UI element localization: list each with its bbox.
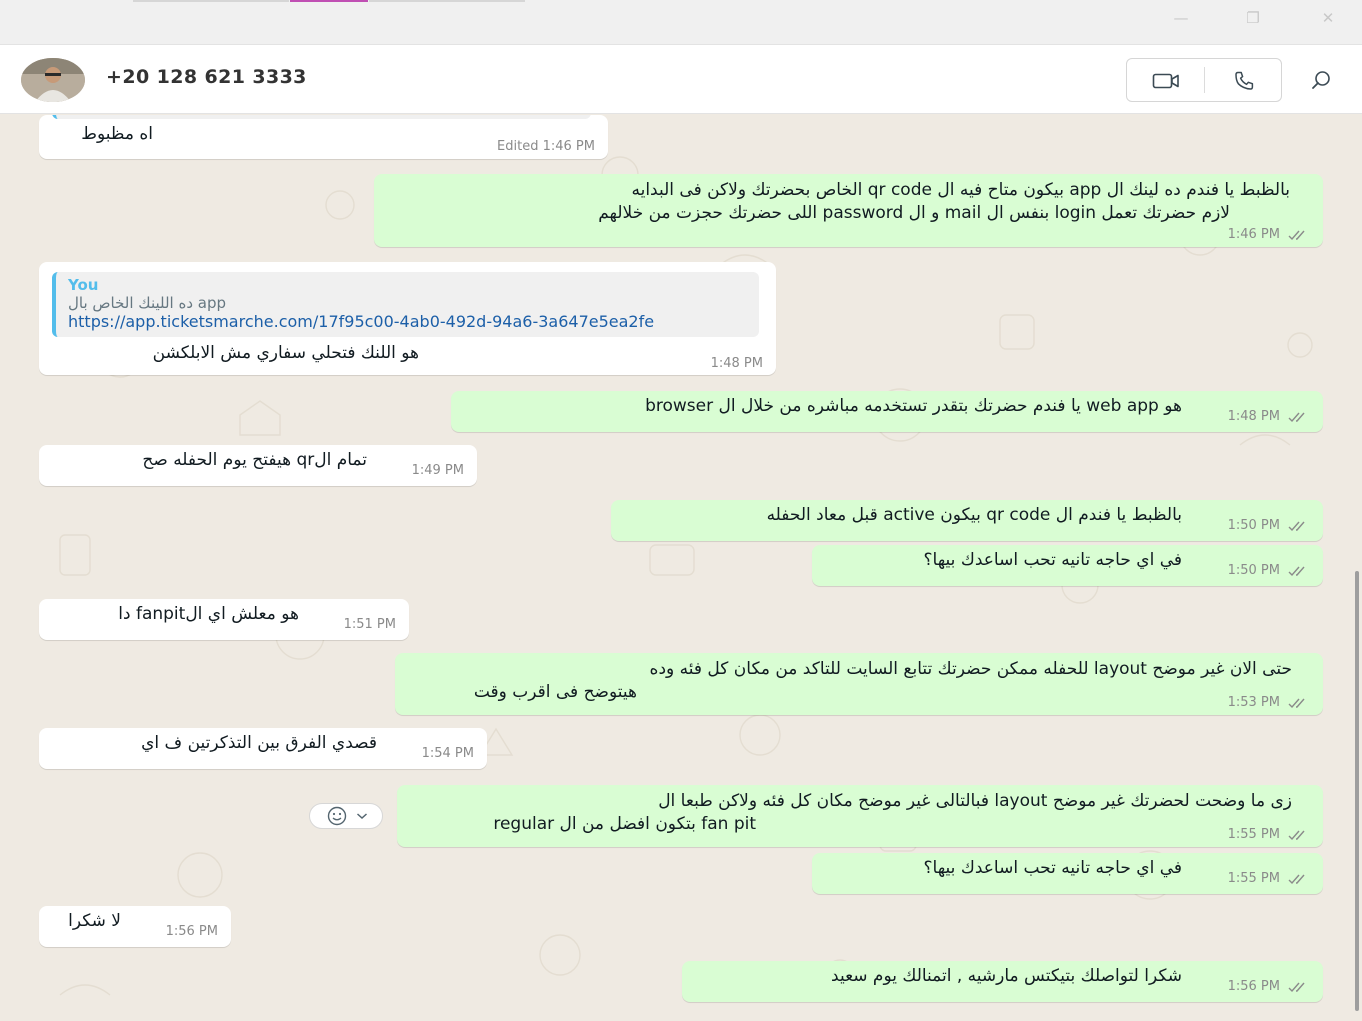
voice-call-icon[interactable]	[1227, 69, 1261, 93]
call-divider	[1204, 67, 1205, 93]
chevron-down-icon[interactable]	[356, 812, 368, 820]
double-check-icon	[1288, 982, 1305, 992]
message-time: 1:51 PM	[343, 617, 396, 632]
maximize-button[interactable]: ❐	[1238, 8, 1268, 28]
message-time: 1:48 PM	[710, 356, 763, 371]
message-text: بالظبط يا فندم ده لينك ال app بيكون متاح…	[631, 180, 1290, 200]
message-text: في اي حاجه تانيه تحب اساعدك بيها؟	[923, 858, 1182, 878]
message-outgoing[interactable]: شكرا لتواصلك بتيكتس مارشيه , اتمنالك يوم…	[682, 961, 1323, 1002]
tab-indicator[interactable]	[369, 0, 525, 2]
message-time: 1:54 PM	[421, 746, 474, 761]
video-call-icon[interactable]	[1149, 69, 1183, 93]
contact-name[interactable]: +20 128 621 3333	[106, 66, 307, 88]
message-outgoing[interactable]: زى ما وضحت لحضرتك غير موضح layout فبالتا…	[397, 785, 1323, 847]
double-check-icon	[1288, 230, 1305, 240]
message-outgoing[interactable]: في اي حاجه تانيه تحب اساعدك بيها؟ 1:55 P…	[812, 853, 1323, 894]
message-incoming[interactable]: لا شكرا 1:56 PM	[39, 906, 231, 947]
quoted-message-fragment	[52, 115, 591, 119]
message-text: شكرا لتواصلك بتيكتس مارشيه , اتمنالك يوم…	[831, 966, 1182, 986]
message-time: 1:50 PM	[1228, 563, 1310, 578]
message-text: لا شكرا	[68, 911, 121, 931]
quoted-message[interactable]: You ده اللينك الخاص بال app https://app.…	[52, 272, 759, 337]
emoji-icon[interactable]	[324, 806, 350, 826]
message-outgoing[interactable]: في اي حاجه تانيه تحب اساعدك بيها؟ 1:50 P…	[812, 545, 1323, 586]
message-text: اه مظبوط	[81, 124, 153, 144]
chat-header: +20 128 621 3333	[0, 44, 1362, 114]
reaction-button[interactable]	[309, 803, 383, 829]
message-time: 1:56 PM	[1228, 979, 1310, 994]
double-check-icon	[1288, 412, 1305, 422]
double-check-icon	[1288, 566, 1305, 576]
message-time: Edited 1:46 PM	[497, 139, 595, 154]
double-check-icon	[1288, 830, 1305, 840]
double-check-icon	[1288, 521, 1305, 531]
message-time: 1:50 PM	[1228, 518, 1310, 533]
conversation-panel[interactable]: اه مظبوط Edited 1:46 PM بالظبط يا فندم د…	[0, 115, 1362, 1021]
message-text: حتى الان غير موضح layout للحفله ممكن حضر…	[649, 659, 1292, 679]
quote-link[interactable]: https://app.ticketsmarche.com/17f95c00-4…	[68, 312, 654, 331]
message-text: قصدي الفرق بين التذكرتين ف اي	[141, 733, 377, 753]
message-text: زى ما وضحت لحضرتك غير موضح layout فبالتا…	[658, 791, 1292, 811]
message-time: 1:55 PM	[1228, 871, 1310, 886]
double-check-icon	[1288, 874, 1305, 884]
call-button-group	[1126, 58, 1282, 102]
message-time: 1:48 PM	[1228, 409, 1310, 424]
message-outgoing[interactable]: بالظبط يا فندم ده لينك ال app بيكون متاح…	[374, 174, 1323, 247]
message-text: بالظبط يا فندم ال qr code بيكون active ق…	[766, 505, 1182, 525]
double-check-icon	[1288, 698, 1305, 708]
quote-text: ده اللينك الخاص بال app	[68, 294, 227, 312]
message-text: لازم حضرتك تعمل login بنفس ال mail و ال …	[598, 203, 1230, 223]
message-text: هيتوضح فى اقرب وقت	[473, 682, 637, 702]
message-incoming[interactable]: اه مظبوط Edited 1:46 PM	[39, 115, 608, 159]
message-incoming[interactable]: تمام الqr هيفتح يوم الحفله صح 1:49 PM	[39, 445, 477, 486]
message-time: 1:53 PM	[1228, 695, 1310, 710]
quote-author: You	[68, 276, 99, 294]
message-text: في اي حاجه تانيه تحب اساعدك بيها؟	[923, 550, 1182, 570]
message-incoming-reply[interactable]: You ده اللينك الخاص بال app https://app.…	[39, 262, 776, 375]
message-time: 1:56 PM	[165, 924, 218, 939]
message-text: هو web app يا فندم حضرتك بتقدر تستخدمه م…	[645, 396, 1182, 416]
tab-indicator[interactable]	[133, 0, 289, 2]
message-outgoing[interactable]: بالظبط يا فندم ال qr code بيكون active ق…	[611, 500, 1323, 541]
message-incoming[interactable]: هو معلش اي الfanpit دا 1:51 PM	[39, 599, 409, 640]
avatar[interactable]	[21, 58, 85, 102]
window-titlebar: — ❐ ✕	[0, 0, 1362, 44]
message-text: هو معلش اي الfanpit دا	[118, 604, 299, 624]
message-incoming[interactable]: قصدي الفرق بين التذكرتين ف اي 1:54 PM	[39, 728, 487, 769]
message-text: تمام الqr هيفتح يوم الحفله صح	[142, 450, 367, 470]
chat-scrollbar[interactable]	[1355, 571, 1359, 1011]
message-outgoing[interactable]: هو web app يا فندم حضرتك بتقدر تستخدمه م…	[451, 391, 1323, 432]
message-outgoing[interactable]: حتى الان غير موضح layout للحفله ممكن حضر…	[395, 653, 1323, 715]
message-text: fan pit بتكون افضل من ال regular	[493, 814, 756, 834]
message-time: 1:55 PM	[1228, 827, 1310, 842]
message-text: هو اللنك فتحلي سفاري مش الابلكشن	[152, 343, 419, 363]
search-icon[interactable]	[1307, 68, 1335, 92]
message-time: 1:49 PM	[411, 463, 464, 478]
minimize-button[interactable]: —	[1166, 8, 1196, 28]
close-button[interactable]: ✕	[1313, 8, 1343, 28]
message-time: 1:46 PM	[1228, 227, 1310, 242]
tab-indicator-active[interactable]	[290, 0, 368, 2]
